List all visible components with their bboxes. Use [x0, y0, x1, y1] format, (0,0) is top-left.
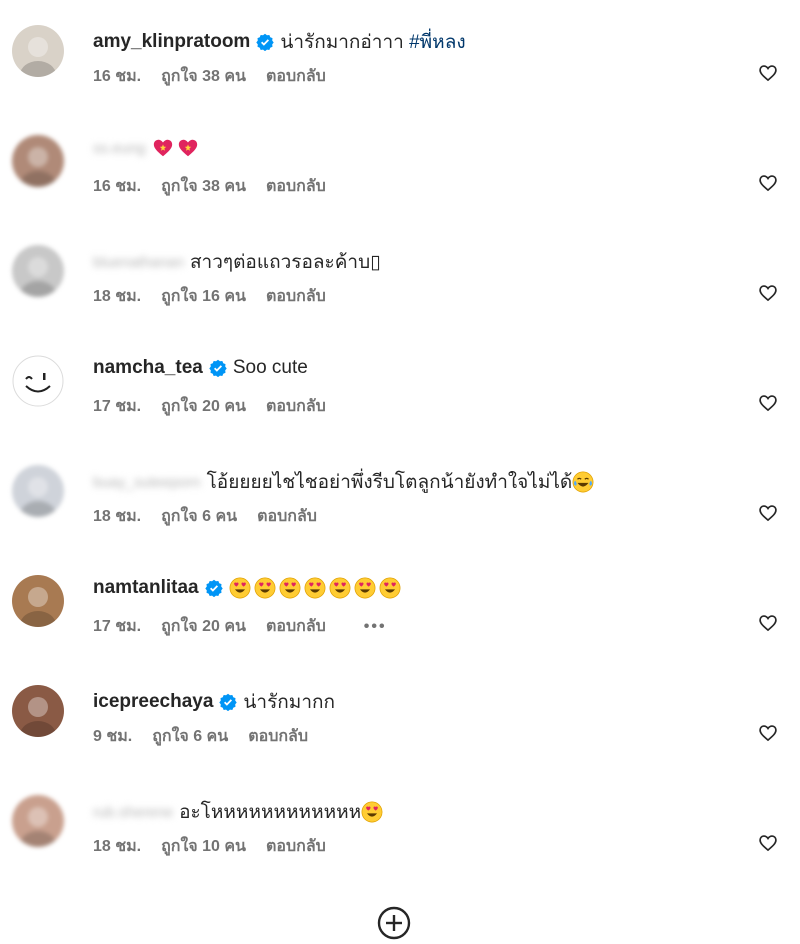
comment-item: amy_klinpratoom น่ารักมากอ่าาา #พี่หลง 16 … — [0, 25, 800, 125]
more-options-button[interactable]: ••• — [364, 618, 387, 636]
comment-time[interactable]: 16 ชม. — [93, 64, 141, 89]
heart-eyes-icon — [279, 577, 301, 599]
comment-item: icepreechaya น่ารักมากก 9 ชม. ถูกใจ 6 คน ตอบ… — [0, 685, 800, 785]
like-heart-icon[interactable] — [758, 63, 778, 83]
comment-item: ss.eung 16 ชม. ถูกใจ 38 คน ตอบกลับ — [0, 135, 800, 235]
load-more-button[interactable] — [376, 905, 412, 941]
comment-username[interactable]: namcha_tea — [93, 357, 203, 379]
heart-eyes-icon — [229, 577, 251, 599]
like-heart-icon[interactable] — [758, 833, 778, 853]
comment-text: น่ารักมากอ่าาา — [280, 32, 404, 53]
comment-body: icepreechaya น่ารักมากก — [93, 687, 335, 717]
comment-likes[interactable]: ถูกใจ 16 คน — [161, 284, 246, 309]
comment-item: namtanlitaa 17 ชม. ถูกใจ 20 คน ตอบกลับ ••• — [0, 575, 800, 675]
comment-meta: 18 ชม. ถูกใจ 6 คน ตอบกลับ — [93, 504, 337, 529]
reply-button[interactable]: ตอบกลับ — [266, 834, 326, 859]
like-heart-icon[interactable] — [758, 613, 778, 633]
heart-eyes-icon — [304, 577, 326, 599]
comment-body: namtanlitaa — [93, 577, 404, 599]
comment-likes[interactable]: ถูกใจ 20 คน — [161, 614, 246, 639]
reply-button[interactable]: ตอบกลับ — [266, 284, 326, 309]
comment-body: amy_klinpratoom น่ารักมากอ่าาา #พี่หลง — [93, 27, 466, 57]
comment-time[interactable]: 9 ชม. — [93, 724, 132, 749]
comment-likes[interactable]: ถูกใจ 20 คน — [161, 394, 246, 419]
comment-text: โอ้ยยยยไชไชอย่าพึ่งรีบโตลูกน้ายังทำใจไม่… — [206, 472, 573, 493]
comment-time[interactable]: 16 ชม. — [93, 174, 141, 199]
comment-username[interactable]: buay_suteeporn — [93, 474, 201, 491]
heart-eyes-icon — [361, 801, 383, 823]
reply-button[interactable]: ตอบกลับ — [266, 64, 326, 89]
verified-badge-icon — [256, 33, 275, 51]
comment-username[interactable]: bluenathanan — [93, 254, 184, 271]
comment-username[interactable]: rub.sherene — [93, 804, 173, 821]
like-heart-icon[interactable] — [758, 283, 778, 303]
comment-meta: 17 ชม. ถูกใจ 20 คน ตอบกลับ ••• — [93, 614, 407, 639]
comment-likes[interactable]: ถูกใจ 10 คน — [161, 834, 246, 859]
reply-button[interactable]: ตอบกลับ — [248, 724, 308, 749]
comment-item: bluenathanan สาวๆต่อแถวรอละค้าบ ▯ 18 ชม. ถูก… — [0, 245, 800, 345]
comment-hashtag[interactable]: #พี่หลง — [409, 27, 466, 57]
avatar[interactable] — [12, 135, 64, 187]
comment-username[interactable]: icepreechaya — [93, 691, 213, 713]
comment-body: rub.sherene อะโหหหหหหหหหหหห — [93, 797, 386, 827]
comment-body: namcha_tea Soo cute — [93, 357, 308, 379]
like-heart-icon[interactable] — [758, 393, 778, 413]
comment-likes[interactable]: ถูกใจ 6 คน — [152, 724, 228, 749]
comment-time[interactable]: 18 ชม. — [93, 834, 141, 859]
heart-eyes-icon — [379, 577, 401, 599]
comment-item: namcha_tea Soo cute 17 ชม. ถูกใจ 20 คน ตอบกล… — [0, 355, 800, 455]
comment-body: buay_suteeporn โอ้ยยยยไชไชอย่าพึ่งรีบโตลู… — [93, 467, 597, 497]
comment-meta: 17 ชม. ถูกใจ 20 คน ตอบกลับ — [93, 394, 346, 419]
comment-text: สาวๆต่อแถวรอละค้าบ — [189, 252, 371, 273]
avatar[interactable] — [12, 355, 64, 407]
avatar[interactable] — [12, 465, 64, 517]
comment-likes[interactable]: ถูกใจ 38 คน — [161, 174, 246, 199]
heart-eyes-icon — [354, 577, 376, 599]
avatar[interactable] — [12, 795, 64, 847]
comment-item: buay_suteeporn โอ้ยยยยไชไชอย่าพึ่งรีบโตลู… — [0, 465, 800, 565]
like-heart-icon[interactable] — [758, 173, 778, 193]
like-heart-icon[interactable] — [758, 723, 778, 743]
sparkling-heart-icon — [153, 139, 172, 157]
comment-item: rub.sherene อะโหหหหหหหหหหหห 18 ชม. ถูกใจ 10… — [0, 795, 800, 895]
comment-text: อะโหหหหหหหหหหหห — [179, 802, 362, 823]
avatar[interactable] — [12, 575, 64, 627]
comment-meta: 18 ชม. ถูกใจ 10 คน ตอบกลับ — [93, 834, 346, 859]
verified-badge-icon — [209, 359, 227, 377]
verified-badge-icon — [219, 693, 238, 711]
like-heart-icon[interactable] — [758, 503, 778, 523]
comment-body: bluenathanan สาวๆต่อแถวรอละค้าบ ▯ — [93, 247, 381, 277]
comment-time[interactable]: 18 ชม. — [93, 284, 141, 309]
comment-likes[interactable]: ถูกใจ 6 คน — [161, 504, 237, 529]
avatar[interactable] — [12, 25, 64, 77]
comment-time[interactable]: 17 ชม. — [93, 614, 141, 639]
heart-eyes-icon — [254, 577, 276, 599]
comment-text: น่ารักมากก — [243, 692, 335, 713]
avatar[interactable] — [12, 685, 64, 737]
unknown-glyph: ▯ — [370, 251, 381, 273]
comment-username[interactable]: ss.eung — [93, 140, 146, 157]
comment-username[interactable]: amy_klinpratoom — [93, 31, 250, 53]
verified-badge-icon — [204, 579, 223, 597]
comment-text: Soo cute — [232, 357, 308, 378]
reply-button[interactable]: ตอบกลับ — [266, 394, 326, 419]
reply-button[interactable]: ตอบกลับ — [266, 614, 326, 639]
comment-body: ss.eung — [93, 137, 202, 159]
laughing-tears-icon — [572, 471, 594, 493]
comment-username[interactable]: namtanlitaa — [93, 577, 199, 599]
comment-time[interactable]: 18 ชม. — [93, 504, 141, 529]
comment-meta: 16 ชม. ถูกใจ 38 คน ตอบกลับ — [93, 174, 346, 199]
comment-likes[interactable]: ถูกใจ 38 คน — [161, 64, 246, 89]
heart-eyes-icon — [329, 577, 351, 599]
comment-time[interactable]: 17 ชม. — [93, 394, 141, 419]
reply-button[interactable]: ตอบกลับ — [257, 504, 317, 529]
comment-meta: 9 ชม. ถูกใจ 6 คน ตอบกลับ — [93, 724, 328, 749]
reply-button[interactable]: ตอบกลับ — [266, 174, 326, 199]
comment-meta: 16 ชม. ถูกใจ 38 คน ตอบกลับ — [93, 64, 346, 89]
avatar[interactable] — [12, 245, 64, 297]
sparkling-heart-icon — [178, 139, 197, 157]
comment-meta: 18 ชม. ถูกใจ 16 คน ตอบกลับ — [93, 284, 346, 309]
